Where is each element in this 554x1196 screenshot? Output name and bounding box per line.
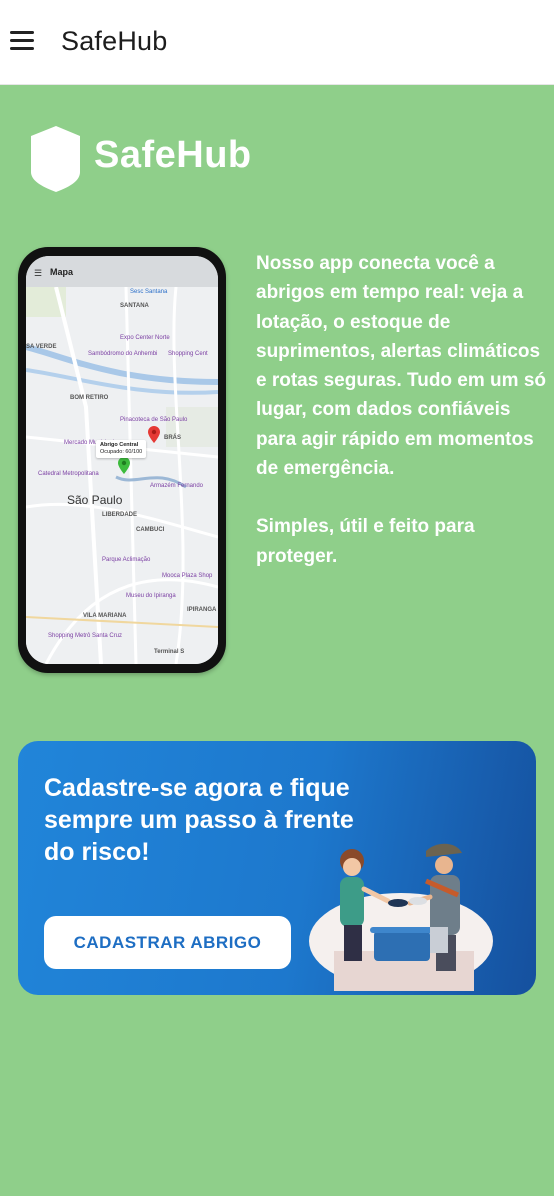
phone-top-bar: ☰ Mapa [26, 256, 218, 287]
map-label: Museu do Ipiranga [126, 593, 176, 599]
phone-screen-title: Mapa [50, 267, 74, 277]
shelter-popup-occupancy: Ocupado: 60/100 [100, 449, 143, 456]
register-shelter-button[interactable]: CADASTRAR ABRIGO [44, 916, 291, 969]
map-label: Sambódromo do Anhembi [88, 351, 158, 357]
map-view[interactable]: Sesc Santana SANTANA SA VERDE Expo Cente… [26, 286, 218, 664]
description-paragraph: Nosso app conecta você a abrigos em temp… [256, 253, 547, 480]
shelter-popup[interactable]: Abrigo Central Ocupado: 60/100 [96, 440, 147, 459]
phone-menu-icon: ☰ [34, 268, 43, 278]
map-label: São Paulo [67, 493, 123, 507]
map-label: CAMBUCI [136, 527, 165, 533]
map-label: Sesc Santana [130, 289, 168, 295]
app-description: Nosso app conecta você a abrigos em temp… [256, 249, 548, 600]
map-label: BOM RETIRO [70, 395, 109, 401]
signup-banner: Cadastre-se agora e fique sempre um pass… [18, 741, 536, 995]
map-label: Shopping Metrô Santa Cruz [48, 633, 123, 639]
map-label: Shopping Cent [168, 351, 208, 357]
map-label: Pinacoteca de São Paulo [120, 417, 188, 423]
map-label: Parque Aclimação [102, 557, 151, 563]
map-label: Expo Center Norte [120, 335, 170, 341]
volunteers-serving-food-illustration [309, 843, 493, 991]
map-label: Armazém Fernando [150, 483, 204, 489]
map-label: LIBERDADE [102, 512, 138, 518]
map-pin-icon[interactable] [148, 426, 160, 443]
map-label: SANTANA [120, 303, 149, 309]
app-bar: SafeHub [0, 0, 554, 85]
phone-mockup: ☰ Mapa Sesc Santana SANTANA SA VERDE Exp… [18, 247, 226, 673]
map-label: Terminal S [154, 649, 185, 655]
app-title: SafeHub [61, 26, 168, 56]
description-paragraph: Simples, útil e feito para proteger. [256, 516, 475, 567]
map-pin-icon[interactable] [118, 457, 130, 474]
phone-screen: ☰ Mapa Sesc Santana SANTANA SA VERDE Exp… [26, 256, 218, 664]
map-label: VILA MARIANA [83, 613, 127, 619]
shield-icon [31, 126, 80, 192]
map-label: Catedral Metropolitana [38, 471, 99, 477]
map-label: Mooca Plaza Shop [162, 573, 213, 579]
map-label: BRÁS [164, 435, 182, 441]
map-label: SA VERDE [26, 344, 57, 350]
shelter-popup-name: Abrigo Central [100, 442, 139, 448]
brand-name: SafeHub [94, 134, 252, 176]
hamburger-menu-icon[interactable] [10, 31, 36, 53]
map-label: IPIRANGA [187, 607, 217, 613]
